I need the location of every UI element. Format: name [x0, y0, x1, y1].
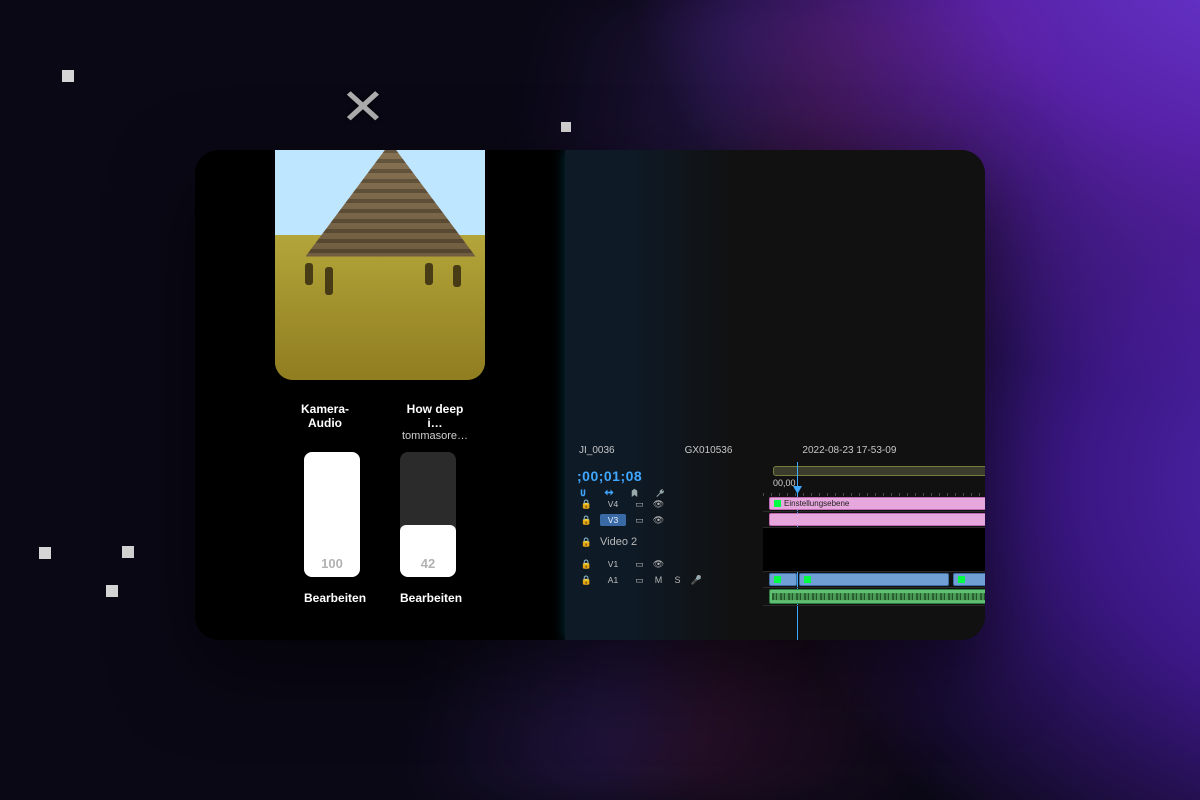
sequence-tab[interactable]: GX010536: [685, 445, 733, 456]
sync-lock-icon[interactable]: ▭: [634, 575, 645, 586]
lock-icon[interactable]: 🔒: [581, 575, 592, 586]
timeline-panel: JI_0036 GX010536 2022-08-23 17-53-09 ;00…: [565, 440, 985, 640]
eye-icon[interactable]: 👁: [653, 499, 664, 510]
deco-square: [62, 70, 74, 82]
split-window: Kamera-Audio How deep i… tommasore… 100 …: [195, 150, 985, 640]
track-name[interactable]: V4: [600, 498, 626, 510]
track-header-row: 🔒 Video 2: [565, 528, 763, 556]
sync-lock-icon[interactable]: ▭: [634, 515, 645, 526]
audio-clip[interactable]: [769, 589, 985, 604]
channel-title: How deep i…: [400, 402, 470, 430]
clip-adjustment-layer[interactable]: Einstellungsebene: [769, 497, 985, 510]
record-icon[interactable]: 🎤: [691, 575, 702, 586]
track-header-row: 🔒 V1 ▭ 👁: [565, 556, 763, 572]
deco-square: [122, 546, 134, 558]
stage-background: ✕ Kamera-Audio How deep i… tomm: [0, 0, 1200, 800]
edit-button[interactable]: Bearbeiten: [304, 591, 360, 605]
close-x-decor: ✕: [340, 82, 386, 132]
clip[interactable]: [799, 573, 949, 586]
volume-fader-music[interactable]: 42: [400, 452, 456, 577]
edit-button[interactable]: Bearbeiten: [400, 591, 456, 605]
track-header-row: 🔒 V4 ▭ 👁: [565, 496, 763, 512]
track-name[interactable]: V3: [600, 514, 626, 526]
mute-button[interactable]: M: [653, 575, 664, 586]
track-lane-v1[interactable]: [763, 572, 985, 588]
fader-value: 100: [304, 556, 360, 571]
eye-icon[interactable]: 👁: [653, 515, 664, 526]
track-lane-v2[interactable]: [763, 528, 985, 572]
mixer-edit-row: Bearbeiten Bearbeiten: [304, 591, 456, 605]
mixer-titles: Kamera-Audio How deep i… tommasore…: [290, 402, 470, 442]
clip-label: Einstellungsebene: [784, 499, 849, 508]
lock-icon[interactable]: 🔒: [581, 537, 592, 548]
mixer-faders: 100 42: [304, 452, 456, 577]
sequence-tab[interactable]: JI_0036: [579, 445, 615, 456]
sequence-tab[interactable]: 2022-08-23 17-53-09: [802, 445, 896, 456]
lock-icon[interactable]: 🔒: [581, 515, 592, 526]
clip[interactable]: [769, 573, 797, 586]
ruler-label: 00,00: [773, 478, 796, 488]
volume-fader-camera[interactable]: 100: [304, 452, 360, 577]
track-lane-a1[interactable]: [763, 588, 985, 606]
in-out-range[interactable]: [773, 466, 985, 476]
track-header-row: 🔒 A1 ▭ M S 🎤: [565, 572, 763, 588]
track-lane-v4[interactable]: Einstellungsebene: [763, 496, 985, 512]
track-lanes[interactable]: Einstellungsebene: [763, 496, 985, 640]
track-headers: 🔒 V4 ▭ 👁 🔒 V3 ▭ 👁 🔒 Video 2: [565, 496, 763, 588]
channel-title: Kamera-Audio: [290, 402, 360, 430]
preview-person: [453, 265, 461, 287]
deco-square: [106, 585, 118, 597]
clip-preview[interactable]: [275, 150, 485, 380]
solo-button[interactable]: S: [672, 575, 683, 586]
track-name[interactable]: A1: [600, 574, 626, 586]
mobile-mixer-pane: Kamera-Audio How deep i… tommasore… 100 …: [195, 150, 565, 640]
deco-square: [39, 547, 51, 559]
track-name[interactable]: Video 2: [600, 536, 637, 548]
fx-badge-icon: [774, 500, 781, 507]
fx-badge-icon: [804, 576, 811, 583]
preview-person: [305, 263, 313, 285]
fader-value: 42: [400, 556, 456, 571]
fx-badge-icon: [958, 576, 965, 583]
preview-ground: [275, 235, 485, 380]
track-header-row: 🔒 V3 ▭ 👁: [565, 512, 763, 528]
preview-person: [425, 263, 433, 285]
lock-icon[interactable]: 🔒: [581, 559, 592, 570]
preview-pyramid: [306, 150, 476, 263]
track-name[interactable]: V1: [600, 558, 626, 570]
channel-subtitle: tommasore…: [400, 430, 470, 442]
clip[interactable]: [769, 513, 985, 526]
nle-panel: JI_0036 GX010536 2022-08-23 17-53-09 ;00…: [565, 150, 985, 640]
eye-icon[interactable]: 👁: [653, 559, 664, 570]
sync-lock-icon[interactable]: ▭: [634, 559, 645, 570]
preview-person: [325, 267, 333, 295]
deco-square: [561, 122, 571, 132]
clip[interactable]: [953, 573, 985, 586]
lock-icon[interactable]: 🔒: [581, 499, 592, 510]
fx-badge-icon: [774, 576, 781, 583]
sync-lock-icon[interactable]: ▭: [634, 499, 645, 510]
timecode-readout[interactable]: ;00;01;08: [577, 468, 642, 484]
track-lane-v3[interactable]: [763, 512, 985, 528]
sequence-tabs: JI_0036 GX010536 2022-08-23 17-53-09: [565, 440, 985, 460]
